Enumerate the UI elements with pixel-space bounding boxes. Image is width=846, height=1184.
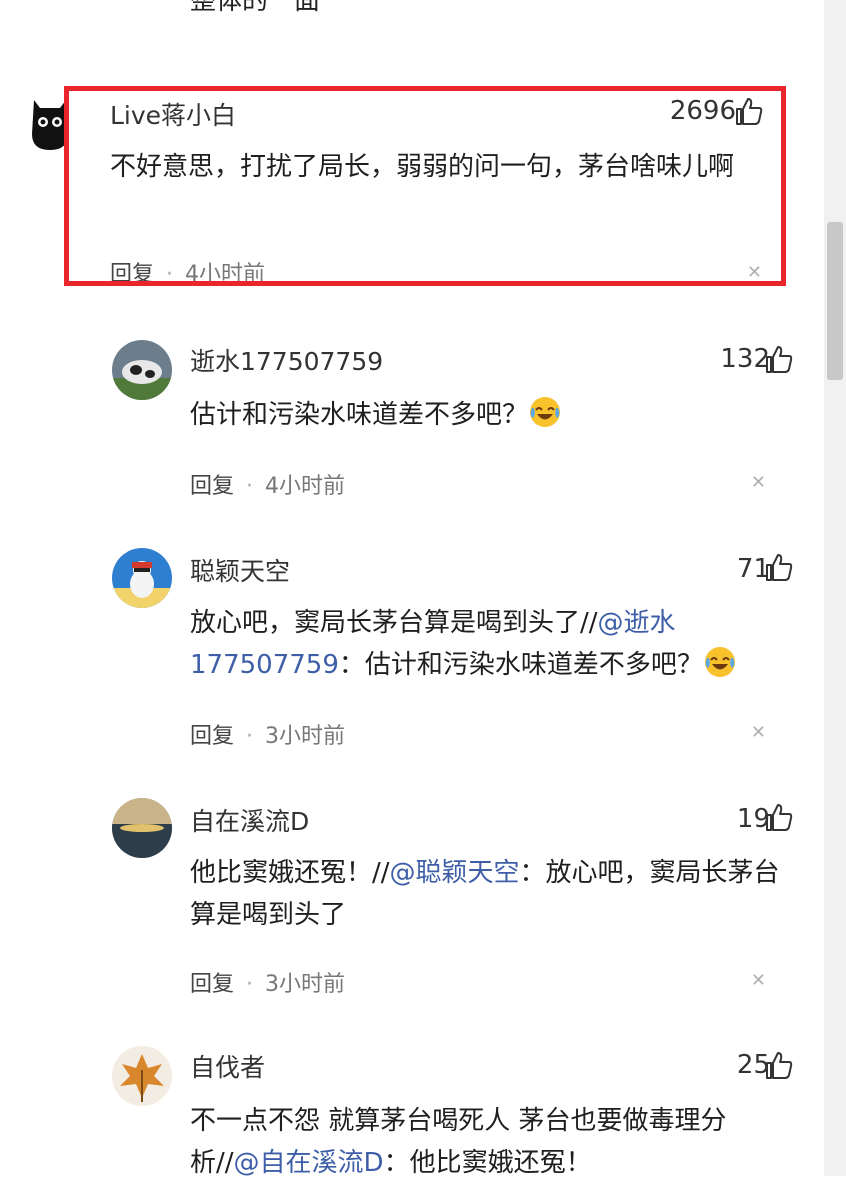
comment-username[interactable]: 聪颖天空 [190, 552, 290, 588]
comment-text: 不一点不怨 就算茅台喝死人 茅台也要做毒理分析//@自在溪流D：他比窦娥还冤！ [190, 1100, 780, 1184]
laugh-cry-emoji [528, 395, 562, 429]
mention-link[interactable]: @聪颖天空 [390, 858, 520, 888]
comment-text-content: 放心吧，窦局长茅台算是喝到头了// [190, 608, 598, 638]
laugh-cry-emoji [703, 645, 737, 679]
comment-text-quote: ：他比窦娥还冤！ [383, 1148, 592, 1178]
comment-time: 3小时前 [265, 972, 346, 997]
separator-dot: · [246, 972, 254, 997]
comment-text: 估计和污染水味道差不多吧？ [190, 394, 780, 436]
comment-meta: 回复 · 4小时前 [190, 468, 345, 500]
comment-time: 3小时前 [265, 724, 346, 749]
comment-meta: 回复 · 3小时前 [190, 966, 345, 998]
reply-button[interactable]: 回复 [190, 972, 234, 997]
comment-username[interactable]: 自在溪流D [190, 802, 309, 838]
avatar[interactable] [112, 548, 172, 608]
close-icon[interactable]: ✕ [751, 472, 766, 493]
reply-button[interactable]: 回复 [190, 474, 234, 499]
avatar[interactable] [112, 340, 172, 400]
previous-comment-fragment: 整体的一面 [190, 0, 321, 16]
comment-username[interactable]: 逝水177507759 [190, 342, 383, 378]
avatar[interactable] [112, 1046, 172, 1106]
comment-username[interactable]: 自伐者 [190, 1048, 265, 1084]
comment-meta: 回复 · 3小时前 [190, 718, 345, 750]
separator-dot: · [246, 474, 254, 499]
mention-link[interactable]: @自在溪流D [234, 1148, 384, 1178]
comment-text: 他比窦娥还冤！//@聪颖天空：放心吧，窦局长茅台算是喝到头了 [190, 852, 780, 936]
like-count: 132 [720, 344, 770, 374]
close-icon[interactable]: ✕ [751, 722, 766, 743]
thumbs-up-icon[interactable] [764, 344, 794, 374]
thumbs-up-icon[interactable] [764, 552, 794, 582]
comment-text: 放心吧，窦局长茅台算是喝到头了//@逝水177507759：估计和污染水味道差不… [190, 602, 780, 686]
comment-time: 4小时前 [265, 474, 346, 499]
highlight-frame [64, 86, 786, 286]
reply-button[interactable]: 回复 [190, 724, 234, 749]
avatar[interactable] [112, 798, 172, 858]
close-icon[interactable]: ✕ [751, 970, 766, 991]
comment-text-content: 估计和污染水味道差不多吧？ [190, 400, 529, 430]
separator-dot: · [246, 724, 254, 749]
scrollbar[interactable] [824, 0, 846, 1176]
scrollbar-thumb[interactable] [827, 222, 843, 380]
comment-text-quote: ：估计和污染水味道差不多吧？ [338, 650, 703, 680]
thumbs-up-icon[interactable] [764, 1050, 794, 1080]
comment-text-content: 他比窦娥还冤！// [190, 858, 390, 888]
thumbs-up-icon[interactable] [764, 802, 794, 832]
